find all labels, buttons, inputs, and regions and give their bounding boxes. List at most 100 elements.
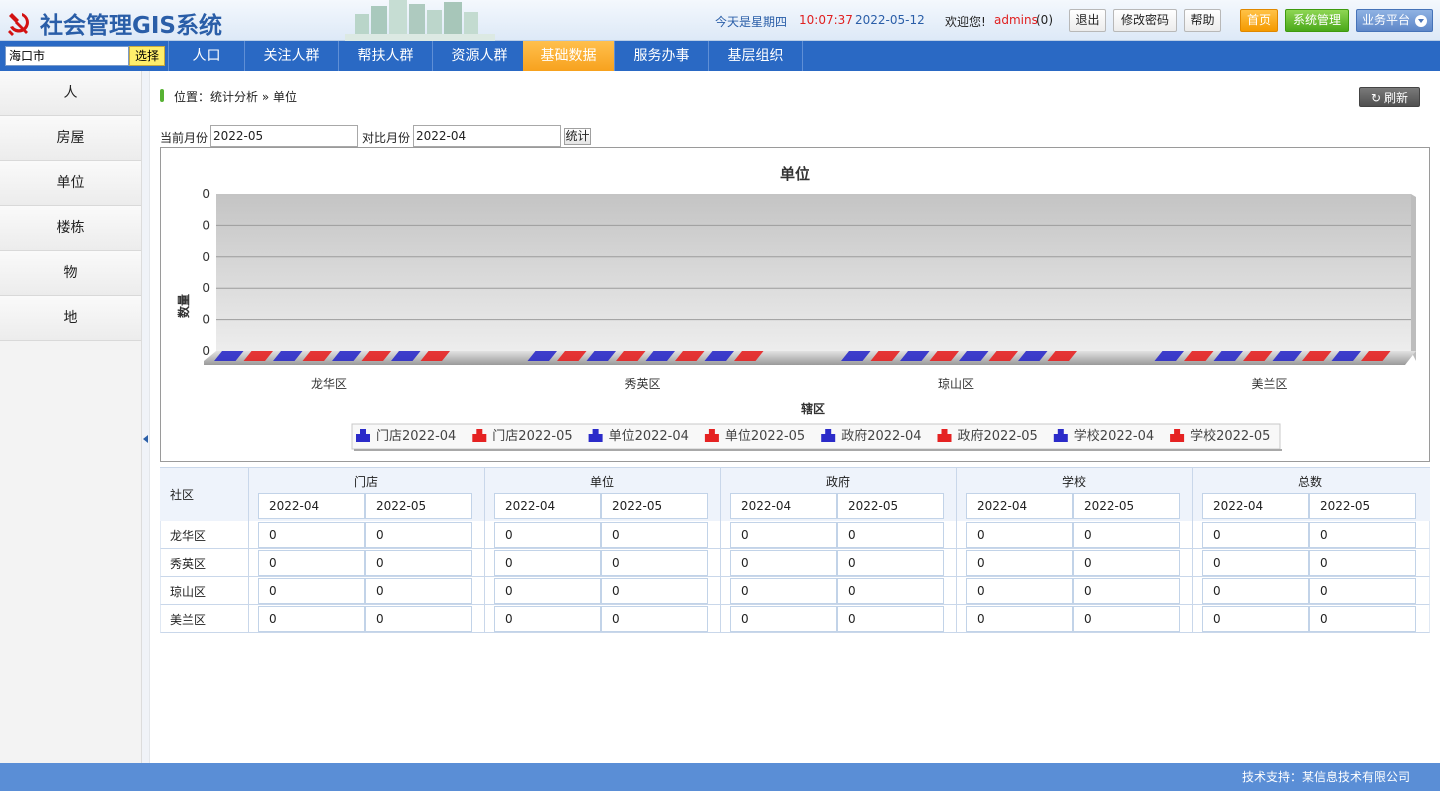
refresh-label: 刷新 [1384,91,1409,105]
value-cell: 0 [966,606,1073,632]
sidebar-item-land[interactable]: 地 [0,296,141,341]
value-cell: 0 [494,522,601,548]
refresh-button[interactable]: ↻ 刷新 [1359,87,1420,107]
legend-swatch-top [476,429,483,435]
value-cell: 0 [365,550,472,576]
value-cell: 0 [966,550,1073,576]
nav-item-population[interactable]: 人口 [168,41,245,71]
sidebar-item-unit[interactable]: 单位 [0,161,141,206]
value-cell: 0 [730,522,837,548]
month-header-cell: 2022-04 [1202,493,1309,519]
value-cell: 0 [601,550,708,576]
group-header: 学校 [1061,475,1086,489]
y-tick-label: 0 [202,281,210,295]
group-divider [484,605,485,633]
legend-label: 门店2022-04 [376,429,456,444]
legend-swatch [821,434,836,442]
sidebar-item-person[interactable]: 人 [0,71,141,116]
row-label: 琼山区 [170,585,207,599]
value-cell: 0 [837,522,944,548]
month-header-cell: 2022-05 [365,493,472,519]
value-cell: 0 [837,550,944,576]
x-tick-label: 琼山区 [938,376,974,391]
legend-swatch [588,434,603,442]
group-divider [1192,549,1193,577]
platform-label: 业务平台 [1362,13,1411,27]
city-select-button[interactable]: 选择 [129,46,165,66]
legend-swatch [356,434,370,442]
value-cell: 0 [258,522,365,548]
help-button[interactable]: 帮助 [1184,9,1221,32]
nav-item-services[interactable]: 服务办事 [615,41,709,71]
breadcrumb: 位置：统计分析 » 单位 [174,90,297,104]
chart-container: 单位 0 0 0 0 0 0 数量 龙华区 秀英区 琼山区 美兰区 辖区 门店2022-04 门店2022-… [160,147,1430,462]
legend-swatch [704,434,719,442]
legend-label: 政府2022-05 [958,429,1038,444]
bar-chart: 单位 0 0 0 0 0 0 数量龙华区 秀英区 琼山区 美兰区辖区门店2022-04 门店2022-… [176,165,1416,451]
city-input[interactable]: 海口市 [5,46,129,66]
value-cell: 0 [1073,606,1180,632]
stat-button[interactable]: 统计 [564,128,591,145]
legend-swatch-top [1174,429,1181,435]
month-header-cell: 2022-04 [730,493,837,519]
sidebar-item-house[interactable]: 房屋 [0,116,141,161]
month-header-cell: 2022-05 [1309,493,1416,519]
app-logo: 社会管理GIS系统 [6,6,222,40]
group-divider [956,521,957,549]
current-month-input[interactable]: 2022-05 [210,125,358,147]
nav-item-basic-data[interactable]: 基础数据 [523,41,615,71]
x-tick-label: 美兰区 [1251,377,1287,391]
value-cell: 0 [966,522,1073,548]
value-cell: 0 [494,550,601,576]
message-count[interactable]: (0) [1036,13,1053,27]
value-cell: 0 [1073,522,1180,548]
user-name[interactable]: admins [994,13,1038,27]
group-divider [1192,605,1193,633]
group-divider [484,549,485,577]
legend-label: 单位2022-04 [609,429,689,444]
y-tick-label: 0 [202,344,210,358]
value-cell: 0 [966,578,1073,604]
nav-item-grassroots[interactable]: 基层组织 [709,41,803,71]
group-divider [248,577,249,605]
value-cell: 0 [1073,578,1180,604]
group-header: 门店 [353,475,378,489]
clock-time: 10:07:37 [799,13,853,27]
value-cell: 0 [258,578,365,604]
group-header: 总数 [1297,475,1322,489]
month-header-cell: 2022-04 [966,493,1073,519]
change-password-button[interactable]: 修改密码 [1113,9,1177,32]
group-divider [720,605,721,633]
legend-swatch [1053,434,1068,442]
chart-title: 单位 [780,165,810,183]
y-tick-label: 0 [202,250,210,264]
value-cell: 0 [258,606,365,632]
compare-month-label: 对比月份 [362,131,411,145]
group-divider [1192,577,1193,605]
platform-dropdown[interactable]: 业务平台 [1356,9,1433,32]
value-cell: 0 [1073,550,1180,576]
value-cell: 0 [1202,522,1309,548]
system-admin-button[interactable]: 系统管理 [1285,9,1349,32]
nav-item-assist-groups[interactable]: 帮扶人群 [339,41,433,71]
legend-label: 单位2022-05 [725,429,805,444]
value-cell: 0 [258,550,365,576]
legend-swatch [1170,434,1185,442]
logout-button[interactable]: 退出 [1069,9,1106,32]
sidebar-item-object[interactable]: 物 [0,251,141,296]
sidebar-item-building[interactable]: 楼栋 [0,206,141,251]
group-divider [720,521,721,549]
group-divider [484,577,485,605]
value-cell: 0 [1309,522,1416,548]
group-divider [484,521,485,549]
nav-item-focus-groups[interactable]: 关注人群 [245,41,339,71]
nav-item-resource-groups[interactable]: 资源人群 [433,41,527,71]
y-tick-label: 0 [202,187,210,201]
group-divider [248,521,249,549]
compare-month-input[interactable]: 2022-04 [413,125,561,147]
group-divider [1192,521,1193,549]
app-header: 社会管理GIS系统 今天是星期四 10:07:37 2022-05-12 欢迎您… [0,0,1440,41]
home-button[interactable]: 首页 [1240,9,1278,32]
sidebar-collapse-handle[interactable] [142,71,150,763]
current-date: 2022-05-12 [855,13,925,27]
